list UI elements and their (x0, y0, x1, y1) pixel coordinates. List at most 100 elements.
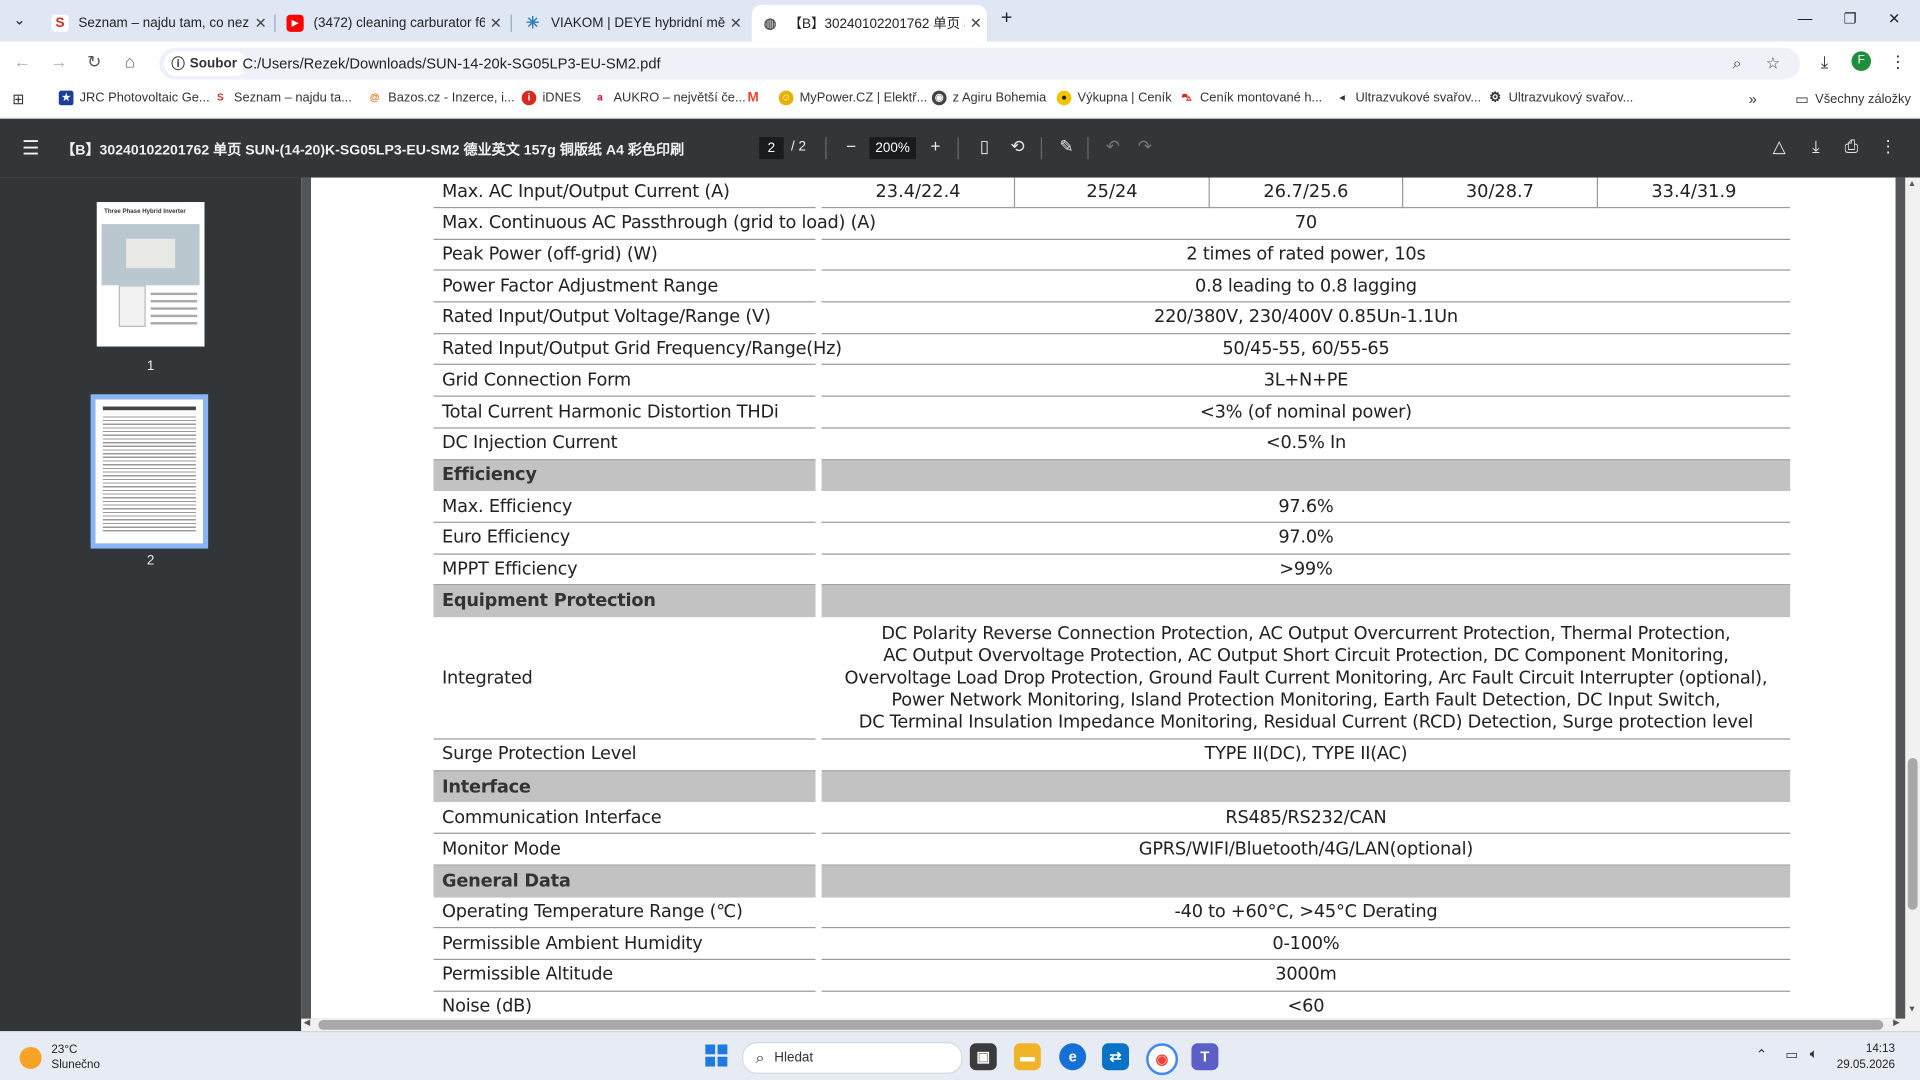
bazos-icon: @ (367, 90, 383, 106)
protection-line: AC Output Overvoltage Protection, AC Out… (883, 646, 1729, 666)
zoom-in-icon[interactable]: + (924, 136, 946, 156)
volume-icon[interactable]: 🔈︎ (1810, 1047, 1818, 1063)
bookmark-vykupna[interactable]: ● Výkupna | Ceník (1056, 90, 1172, 106)
spec-label: Max. Efficiency (433, 491, 816, 523)
edge-icon[interactable]: e (1059, 1043, 1087, 1071)
table-row: DC Injection Current <0.5% In (433, 428, 1791, 460)
site-info-chip[interactable]: ⓘ Soubor (164, 51, 247, 76)
bookmark-ultrazvukove[interactable]: ◂ Ultrazvukové svařov... (1334, 90, 1481, 106)
horizontal-scrollbar[interactable]: ◀ ▶ (301, 1018, 1906, 1032)
annotate-icon[interactable]: ✎ (1056, 136, 1078, 157)
zoom-input[interactable]: 200% (869, 137, 916, 160)
profile-avatar[interactable]: F (1851, 51, 1872, 72)
apps-grid-icon[interactable]: ⊞ (12, 91, 24, 108)
bookmark-cenik[interactable]: ⛍ Ceník montované h... (1179, 90, 1322, 106)
tab-pdf-active[interactable]: ◍ 【B】30240102201762 单页 SUN ✕ (751, 4, 987, 42)
bookmark-ultrazvukovy[interactable]: ⚙ Ultrazvukový svařov... (1487, 90, 1633, 106)
scrollbar-thumb[interactable] (318, 1020, 1884, 1030)
clock-date: 29.05.2026 (1836, 1057, 1895, 1072)
pdf-toolbar: ☰ 【B】30240102201762 单页 SUN-(14-20)K-SG05… (0, 118, 1920, 178)
search-icon: ⌕ (755, 1048, 765, 1067)
forward-button[interactable]: → (47, 51, 71, 71)
weather-widget[interactable]: 23°C Slunečno (19, 1043, 100, 1072)
reload-button[interactable]: ↻ (82, 51, 106, 72)
tab-separator (510, 14, 512, 32)
home-button[interactable]: ⌂ (118, 51, 142, 71)
idnes-icon: i (521, 90, 537, 106)
bookmark-bazos[interactable]: @ Bazos.cz - Inzerce, i... (367, 90, 515, 106)
redo-icon[interactable]: ↷ (1134, 136, 1156, 157)
scroll-up-icon[interactable]: ▲ (1908, 180, 1916, 189)
page-thumbnail-1[interactable]: Three Phase Hybrid Inverter (96, 202, 205, 347)
address-bar[interactable]: ⓘ Soubor C:/Users/Rezek/Downloads/SUN-14… (159, 47, 1801, 80)
tab-search-icon[interactable]: ⌄ (7, 11, 31, 28)
more-actions-icon[interactable]: ⋮ (1877, 136, 1899, 157)
minimize-button[interactable]: — (1793, 10, 1817, 27)
tab-seznam[interactable]: S Seznam – najdu tam, co neznám ✕ (42, 5, 272, 42)
clock[interactable]: 14:13 29.05.2026 (1837, 1041, 1895, 1073)
spec-label: Grid Connection Form (433, 366, 816, 397)
pdf-page: Max. AC Input/Output Current (A) 23.4/22… (311, 177, 1896, 1019)
download-icon[interactable]: ⤓ (1812, 51, 1836, 72)
back-button[interactable]: ← (10, 51, 34, 71)
close-icon[interactable]: ✕ (965, 15, 987, 32)
bookmark-agiru[interactable]: ◉ z Agiru Bohemia (931, 90, 1046, 106)
close-window-button[interactable]: ✕ (1882, 10, 1906, 27)
file-explorer-icon[interactable]: ▬ (1013, 1043, 1041, 1071)
menu-kebab-icon[interactable]: ⋮ (1886, 51, 1910, 72)
bookmark-star-icon[interactable]: ☆ (1766, 54, 1780, 74)
all-bookmarks[interactable]: ▭ Všechny záložky (1795, 91, 1911, 108)
scroll-down-icon[interactable]: ▼ (1908, 1005, 1916, 1014)
bookmark-gmail[interactable]: M (745, 90, 767, 106)
rotate-icon[interactable]: ⟲ (1007, 136, 1029, 157)
undo-icon[interactable]: ↶ (1102, 136, 1124, 157)
sun-icon (19, 1046, 42, 1069)
transfer-app-icon[interactable]: ⇄ (1102, 1043, 1129, 1071)
zoom-out-icon[interactable]: − (840, 136, 862, 156)
more-bookmarks-icon[interactable]: » (1749, 91, 1757, 108)
new-tab-button[interactable]: + (994, 7, 1018, 29)
scrollbar-thumb[interactable] (1907, 757, 1918, 910)
car-icon: ⛍ (1179, 90, 1194, 106)
print-icon[interactable]: ⎙ (1840, 136, 1862, 157)
spec-label: Integrated (433, 617, 816, 740)
chrome-icon[interactable]: ◉ (1146, 1043, 1178, 1076)
taskbar-search[interactable]: ⌕ Hledat (742, 1042, 963, 1074)
download-icon[interactable]: ⤓ (1805, 136, 1827, 157)
chevron-up-icon[interactable]: ⌃ (1756, 1047, 1767, 1063)
teams-icon[interactable]: T (1191, 1043, 1219, 1071)
bookmark-seznam[interactable]: S Seznam – najdu ta... (213, 90, 352, 106)
close-icon[interactable]: ✕ (485, 15, 507, 32)
pdf-viewer[interactable]: Max. AC Input/Output Current (A) 23.4/22… (301, 177, 1906, 1019)
section-header-row: Equipment Protection (433, 585, 1791, 618)
page-number-input[interactable]: 2 (759, 137, 784, 160)
restore-button[interactable]: ❐ (1838, 10, 1862, 27)
fit-page-icon[interactable]: ▯ (973, 136, 995, 157)
network-icon[interactable]: ▭ (1785, 1047, 1798, 1063)
spec-label: Power Factor Adjustment Range (433, 271, 816, 303)
zoom-icon[interactable]: ⌕ (1733, 54, 1742, 74)
task-view-icon[interactable]: ▣ (969, 1043, 997, 1071)
close-icon[interactable]: ✕ (250, 15, 272, 32)
thumbnail-caption: Three Phase Hybrid Inverter (104, 208, 186, 216)
url-text[interactable]: C:/Users/Rezek/Downloads/SUN-14-20k-SG05… (242, 55, 660, 72)
text-lines (150, 292, 198, 296)
bookmark-aukro[interactable]: a AUKRO – největší če... (592, 90, 746, 106)
hamburger-menu-icon[interactable]: ☰ (22, 136, 40, 160)
tab-title: (3472) cleaning carburator f6c (313, 15, 485, 31)
scroll-right-icon[interactable]: ▶ (1893, 1018, 1900, 1028)
start-button[interactable] (705, 1044, 728, 1067)
tab-viakom[interactable]: ✳ VIAKOM | DEYE hybridní měnič ✕ (514, 5, 747, 42)
table-row: Permissible Altitude 3000m (433, 960, 1791, 992)
table-row: Euro Efficiency 97.0% (433, 523, 1791, 555)
vertical-scrollbar[interactable]: ▲ ▼ (1905, 177, 1920, 1032)
tab-youtube[interactable]: ▶ (3472) cleaning carburator f6c ✕ (277, 5, 507, 42)
bookmark-jrc[interactable]: ★ JRC Photovoltaic Ge... (58, 90, 210, 106)
page-thumbnail-2[interactable] (90, 394, 209, 549)
bookmark-mypower[interactable]: ☺ MyPower.CZ | Elektř... (778, 90, 927, 106)
close-icon[interactable]: ✕ (725, 15, 747, 32)
scroll-left-icon[interactable]: ◀ (304, 1018, 311, 1028)
bookmark-idnes[interactable]: i iDNES (521, 90, 581, 106)
page-total: / 2 (791, 139, 807, 155)
drive-icon[interactable]: △ (1768, 136, 1790, 157)
